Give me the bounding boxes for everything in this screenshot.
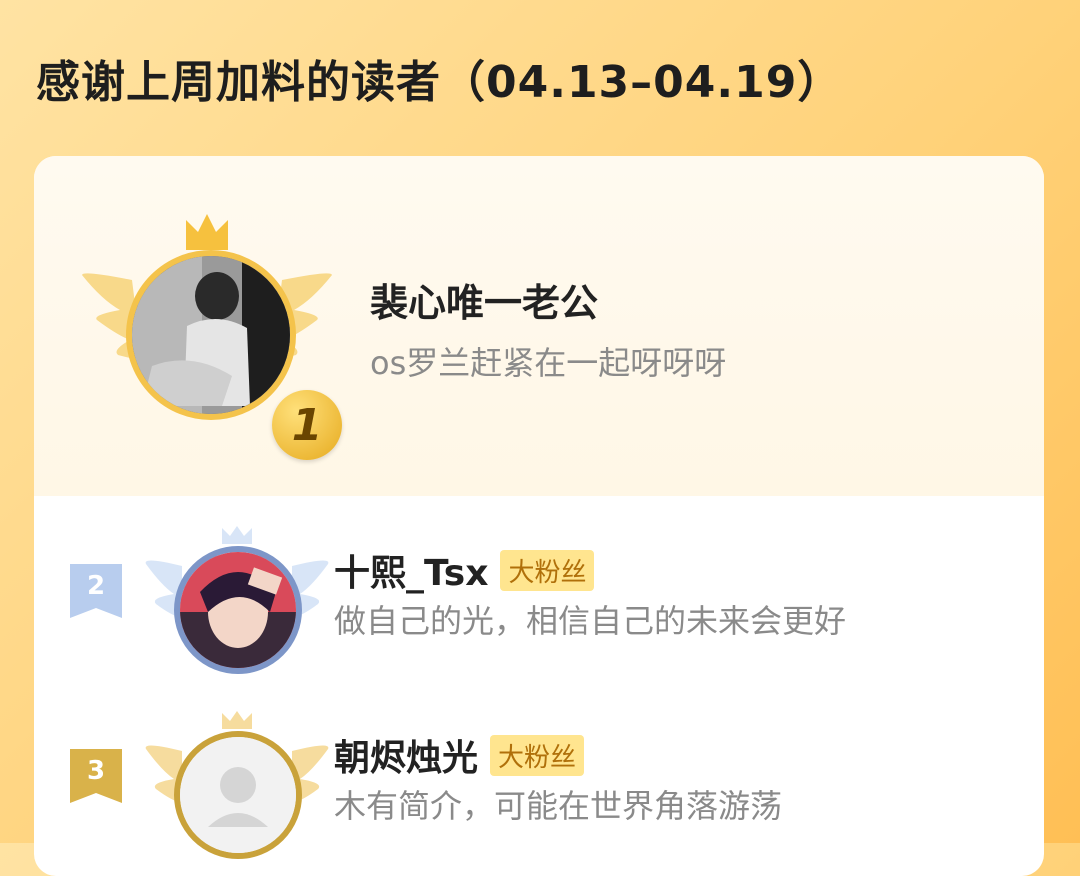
avatar-photo: [132, 256, 290, 414]
rank-flag-icon: 3: [70, 749, 122, 803]
reader-2-bio: 做自己的光，相信自己的未来会更好: [334, 602, 847, 640]
top-reader-avatar-frame: 1: [82, 210, 342, 460]
svg-text:3: 3: [87, 756, 105, 786]
reader-ranking-card: 1 裴心唯一老公 os罗兰赶紧在一起呀呀呀 2 十熙_Tsx 大粉丝 做自己的光…: [34, 156, 1044, 876]
reader-2-avatar[interactable]: [174, 546, 302, 674]
reader-row-3[interactable]: 3 朝烬烛光 大粉丝 木有简介，可能在世界角落游荡: [34, 691, 1044, 859]
top-reader-name[interactable]: 裴心唯一老公: [370, 272, 598, 327]
top-reader-bio: os罗兰赶紧在一起呀呀呀: [370, 344, 727, 382]
top-reader-avatar[interactable]: [126, 250, 296, 420]
fan-badge: 大粉丝: [500, 549, 595, 591]
reader-2-name-line: 十熙_Tsx 大粉丝: [334, 544, 595, 596]
reader-2-avatar-frame: [142, 526, 332, 676]
reader-2-name[interactable]: 十熙_Tsx: [334, 544, 488, 596]
page-title: 感谢上周加料的读者（04.13–04.19）: [36, 57, 843, 108]
reader-3-name[interactable]: 朝烬烛光: [334, 729, 478, 781]
fan-badge: 大粉丝: [490, 734, 585, 776]
reader-row-2[interactable]: 2 十熙_Tsx 大粉丝 做自己的光，相信自己的未来会更好: [34, 506, 1044, 674]
reader-3-bio: 木有简介，可能在世界角落游荡: [334, 787, 783, 825]
reader-3-name-line: 朝烬烛光 大粉丝: [334, 729, 585, 781]
rank-1-medal: 1: [272, 390, 342, 460]
anime-avatar-image: [180, 552, 296, 668]
default-user-icon: [180, 737, 296, 853]
top-reader-section[interactable]: 1 裴心唯一老公 os罗兰赶紧在一起呀呀呀: [34, 156, 1044, 496]
svg-text:2: 2: [87, 571, 105, 601]
reader-3-avatar[interactable]: [174, 731, 302, 859]
rank-flag-icon: 2: [70, 564, 122, 618]
reader-3-avatar-frame: [142, 711, 332, 861]
